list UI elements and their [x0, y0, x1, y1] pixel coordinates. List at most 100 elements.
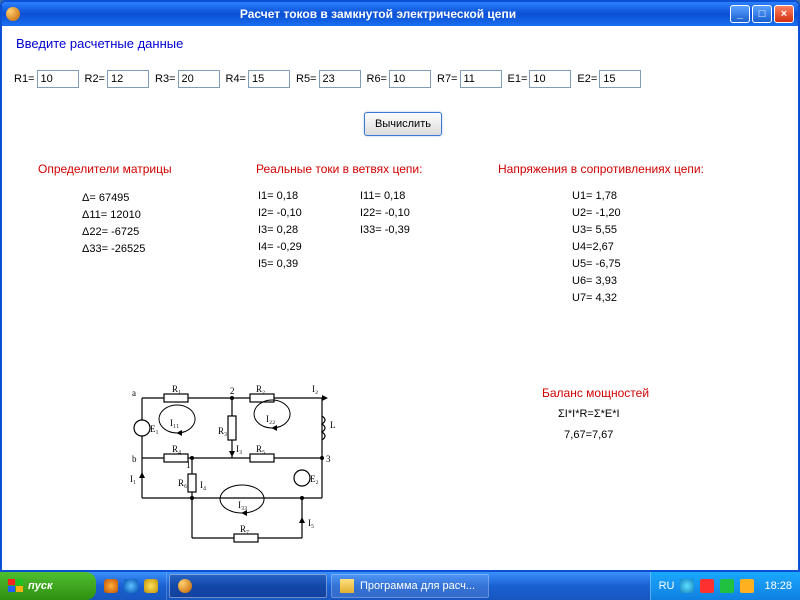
u1: U1= 1,78: [572, 188, 621, 205]
lang-indicator[interactable]: RU: [659, 580, 675, 592]
start-button[interactable]: пуск: [0, 572, 96, 600]
lbl-I2: I₂: [312, 384, 318, 394]
input-r7[interactable]: [460, 70, 502, 88]
balance-block: ΣI*I*R=Σ*E*I 7,67=7,67: [558, 406, 620, 444]
balance-formula: ΣI*I*R=Σ*E*I: [558, 406, 620, 423]
lbl-R7: R₇: [240, 524, 249, 534]
lbl-I33: I₃₃: [238, 500, 247, 510]
start-label: пуск: [28, 580, 53, 592]
lbl-n2: 2: [230, 386, 235, 396]
app-window: Расчет токов в замкнутой электрической ц…: [0, 0, 800, 572]
currents-block-b: I11= 0,18 I22= -0,10 I33= -0,39: [360, 188, 410, 239]
taskbar-item-folder[interactable]: Программа для расч...: [331, 574, 489, 598]
lbl-R2: R₂: [256, 384, 265, 394]
input-r4[interactable]: [248, 70, 290, 88]
lbl-n3: 3: [326, 454, 331, 464]
lbl-E2: E₂: [310, 474, 319, 484]
input-r2[interactable]: [107, 70, 149, 88]
folder-icon: [340, 579, 354, 593]
lbl-I5: I₅: [308, 518, 314, 528]
taskbar-item-app[interactable]: [169, 574, 327, 598]
tray-shield-icon[interactable]: [700, 579, 714, 593]
voltages-block: U1= 1,78 U2= -1,20 U3= 5,55 U4=2,67 U5= …: [572, 188, 621, 307]
input-e2[interactable]: [599, 70, 641, 88]
i22: I22= -0,10: [360, 205, 410, 222]
label-r5: R5=: [296, 73, 317, 85]
label-r7: R7=: [437, 73, 458, 85]
label-e1: E1=: [508, 73, 528, 85]
app-icon: [178, 579, 192, 593]
input-e1[interactable]: [529, 70, 571, 88]
lbl-R6: R₆: [178, 478, 187, 488]
section-balance: Баланс мощностей: [542, 386, 649, 400]
compute-button[interactable]: Вычислить: [364, 112, 442, 136]
section-currents: Реальные токи в ветвях цепи:: [256, 162, 422, 176]
lbl-n1: 1: [186, 460, 191, 470]
det-d33: Δ33= -26525: [82, 241, 145, 258]
determinants-block: Δ= 67495 Δ11= 12010 Δ22= -6725 Δ33= -265…: [82, 190, 145, 258]
tray-volume-icon[interactable]: [740, 579, 754, 593]
app-icon: [6, 7, 20, 21]
section-determinants: Определители матрицы: [38, 162, 172, 176]
lbl-na: a: [132, 388, 136, 398]
label-r6: R6=: [367, 73, 388, 85]
det-d11: Δ11= 12010: [82, 207, 145, 224]
balance-value: 7,67=7,67: [558, 427, 620, 444]
input-row: R1= R2= R3= R4= R5= R6= R7= E1= E2=: [14, 70, 641, 88]
i1: I1= 0,18: [258, 188, 302, 205]
u7: U7= 4,32: [572, 290, 621, 307]
system-tray: RU 18:28: [650, 572, 800, 600]
input-r1[interactable]: [37, 70, 79, 88]
ie-icon[interactable]: [124, 579, 138, 593]
quick-launch: [96, 572, 167, 600]
i2: I2= -0,10: [258, 205, 302, 222]
label-r4: R4=: [226, 73, 247, 85]
windows-logo-icon: [8, 579, 24, 593]
u6: U6= 3,93: [572, 273, 621, 290]
currents-block-a: I1= 0,18 I2= -0,10 I3= 0,28 I4= -0,29 I5…: [258, 188, 302, 273]
lbl-R1: R₁: [172, 384, 181, 394]
lbl-I11: I₁₁: [170, 418, 179, 428]
label-r2: R2=: [85, 73, 106, 85]
input-r3[interactable]: [178, 70, 220, 88]
lbl-I1: I₁: [130, 474, 136, 484]
input-r5[interactable]: [319, 70, 361, 88]
taskbar: пуск Программа для расч... RU 18:28: [0, 572, 800, 600]
firefox-icon[interactable]: [104, 579, 118, 593]
u5: U5= -6,75: [572, 256, 621, 273]
lbl-I3: I₃: [236, 444, 242, 454]
lbl-L: L: [330, 420, 336, 430]
tray-network-icon[interactable]: [720, 579, 734, 593]
u2: U2= -1,20: [572, 205, 621, 222]
lbl-R4: R₄: [172, 444, 181, 454]
u4: U4=2,67: [572, 239, 621, 256]
window-title: Расчет токов в замкнутой электрической ц…: [240, 7, 516, 21]
lbl-R5: R₅: [256, 444, 265, 454]
i5: I5= 0,39: [258, 256, 302, 273]
i3: I3= 0,28: [258, 222, 302, 239]
lbl-I4: I₄: [200, 480, 206, 490]
label-r1: R1=: [14, 73, 35, 85]
input-r6[interactable]: [389, 70, 431, 88]
label-e2: E2=: [577, 73, 597, 85]
app-shortcut-icon[interactable]: [144, 579, 158, 593]
task2-label: Программа для расч...: [360, 580, 475, 592]
titlebar[interactable]: Расчет токов в замкнутой электрической ц…: [2, 2, 798, 26]
i4: I4= -0,29: [258, 239, 302, 256]
lbl-nb: b: [132, 454, 137, 464]
u3: U3= 5,55: [572, 222, 621, 239]
clock[interactable]: 18:28: [764, 580, 792, 592]
lbl-E1: E₁: [150, 424, 159, 434]
lbl-I22: I₂₂: [266, 414, 275, 424]
i11: I11= 0,18: [360, 188, 410, 205]
minimize-button[interactable]: _: [730, 5, 750, 23]
close-button[interactable]: ×: [774, 5, 794, 23]
tray-chevron-icon[interactable]: [680, 579, 694, 593]
label-r3: R3=: [155, 73, 176, 85]
i33: I33= -0,39: [360, 222, 410, 239]
circuit-diagram: R₁ R₂ R₃ R₄ R₅ R₆ R₇ E₁ E₂ I₁ I₂ I₃ I₄ I…: [122, 378, 342, 548]
maximize-button[interactable]: □: [752, 5, 772, 23]
section-voltages: Напряжения в сопротивлениях цепи:: [498, 162, 704, 176]
input-header: Введите расчетные данные: [16, 36, 183, 51]
det-d: Δ= 67495: [82, 190, 145, 207]
